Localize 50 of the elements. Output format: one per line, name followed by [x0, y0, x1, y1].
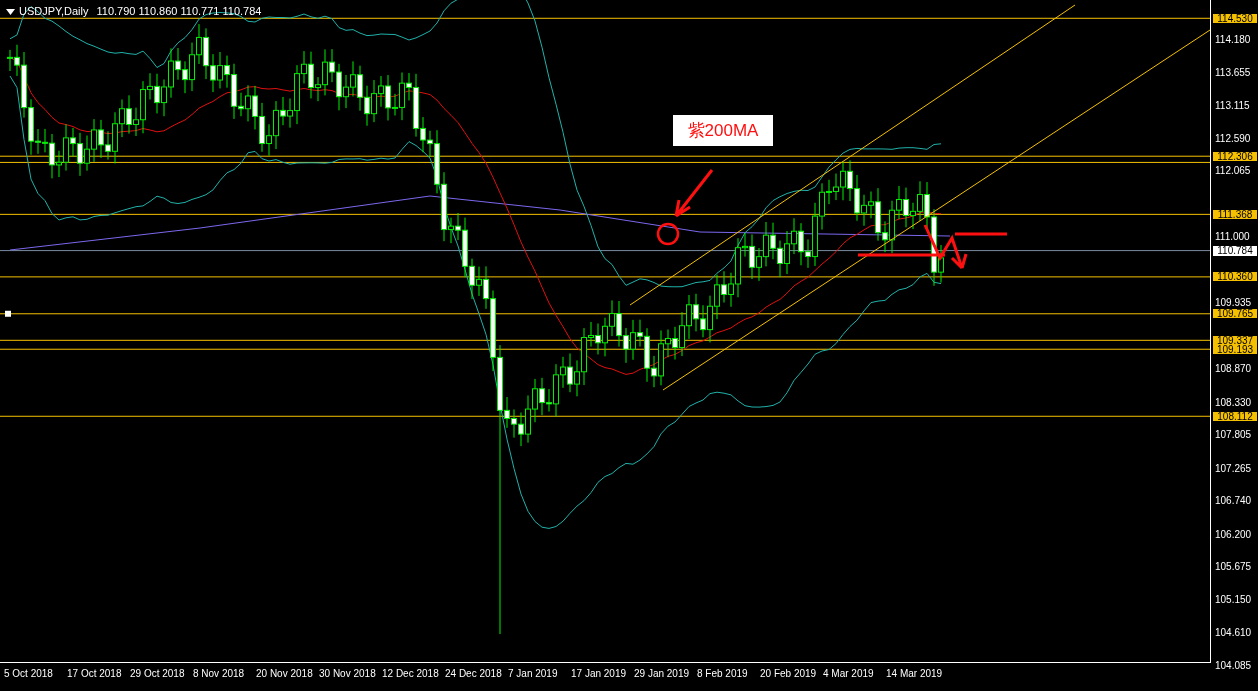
annotation-line [955, 232, 1007, 236]
current-price-tag: 110.784 [1213, 245, 1257, 256]
price-tick-label: 104.085 [1215, 661, 1252, 671]
level-price-tag: 112.306 [1213, 151, 1257, 161]
price-tick-label: 108.870 [1215, 364, 1252, 375]
price-tick-label: 105.675 [1215, 562, 1252, 573]
annotation-arrow [674, 168, 714, 218]
price-tick-label: 107.805 [1215, 430, 1252, 441]
price-tick-label: 107.265 [1215, 463, 1252, 474]
annotation-label: 紫200MA [673, 115, 773, 146]
price-tick-label: 113.655 [1215, 67, 1251, 78]
date-tick-label: 5 Oct 2018 [4, 667, 54, 681]
date-tick-label: 4 Mar 2019 [823, 667, 875, 681]
annotation-circle [656, 222, 680, 246]
date-tick-label: 20 Nov 2018 [256, 667, 314, 681]
level-price-tag: 109.193 [1213, 344, 1257, 354]
date-tick-label: 17 Oct 2018 [67, 667, 123, 681]
date-tick-label: 17 Jan 2019 [571, 667, 628, 681]
level-price-tag: 109.765 [1213, 309, 1257, 319]
price-tick-label: 114.180 [1215, 35, 1251, 45]
zigzag-arrow [923, 223, 968, 270]
level-price-tag: 111.368 [1213, 209, 1257, 219]
price-tick-label: 108.330 [1215, 397, 1252, 408]
price-tick-label: 105.150 [1215, 594, 1252, 605]
date-tick-label: 20 Feb 2019 [760, 667, 818, 681]
level-price-tag: 109.337 [1213, 335, 1257, 345]
date-tick-label: 14 Mar 2019 [886, 667, 944, 681]
price-tick-label: 104.610 [1215, 628, 1252, 639]
price-tick-label: 106.740 [1215, 496, 1252, 507]
level-price-tag: 114.530 [1213, 13, 1257, 23]
price-tick-label: 109.935 [1215, 298, 1252, 309]
date-tick-label: 30 Nov 2018 [319, 667, 377, 681]
price-tick-label: 111.000 [1215, 232, 1250, 243]
level-marker [5, 310, 11, 317]
level-price-tag: 110.360 [1213, 272, 1257, 282]
price-tick-label: 106.200 [1215, 529, 1252, 540]
price-tick-label: 113.115 [1215, 101, 1250, 112]
date-tick-label: 7 Jan 2019 [508, 667, 559, 681]
date-tick-label: 12 Dec 2018 [382, 667, 440, 681]
price-tick-label: 112.065 [1215, 166, 1251, 177]
date-tick-label: 24 Dec 2018 [445, 667, 503, 681]
date-tick-label: 8 Nov 2018 [193, 667, 246, 681]
level-price-tag: 108.112 [1213, 411, 1257, 421]
date-tick-label: 29 Oct 2018 [130, 667, 186, 681]
price-tick-label: 112.590 [1215, 133, 1251, 144]
symbol-label: USDJPY,Daily [19, 6, 89, 17]
date-tick-label: 8 Feb 2019 [697, 667, 749, 681]
ohlc-values: 110.790 110.860 110.771 110.784 [96, 6, 262, 17]
date-tick-label: 29 Jan 2019 [634, 667, 691, 681]
dropdown-triangle-icon[interactable] [6, 8, 15, 15]
